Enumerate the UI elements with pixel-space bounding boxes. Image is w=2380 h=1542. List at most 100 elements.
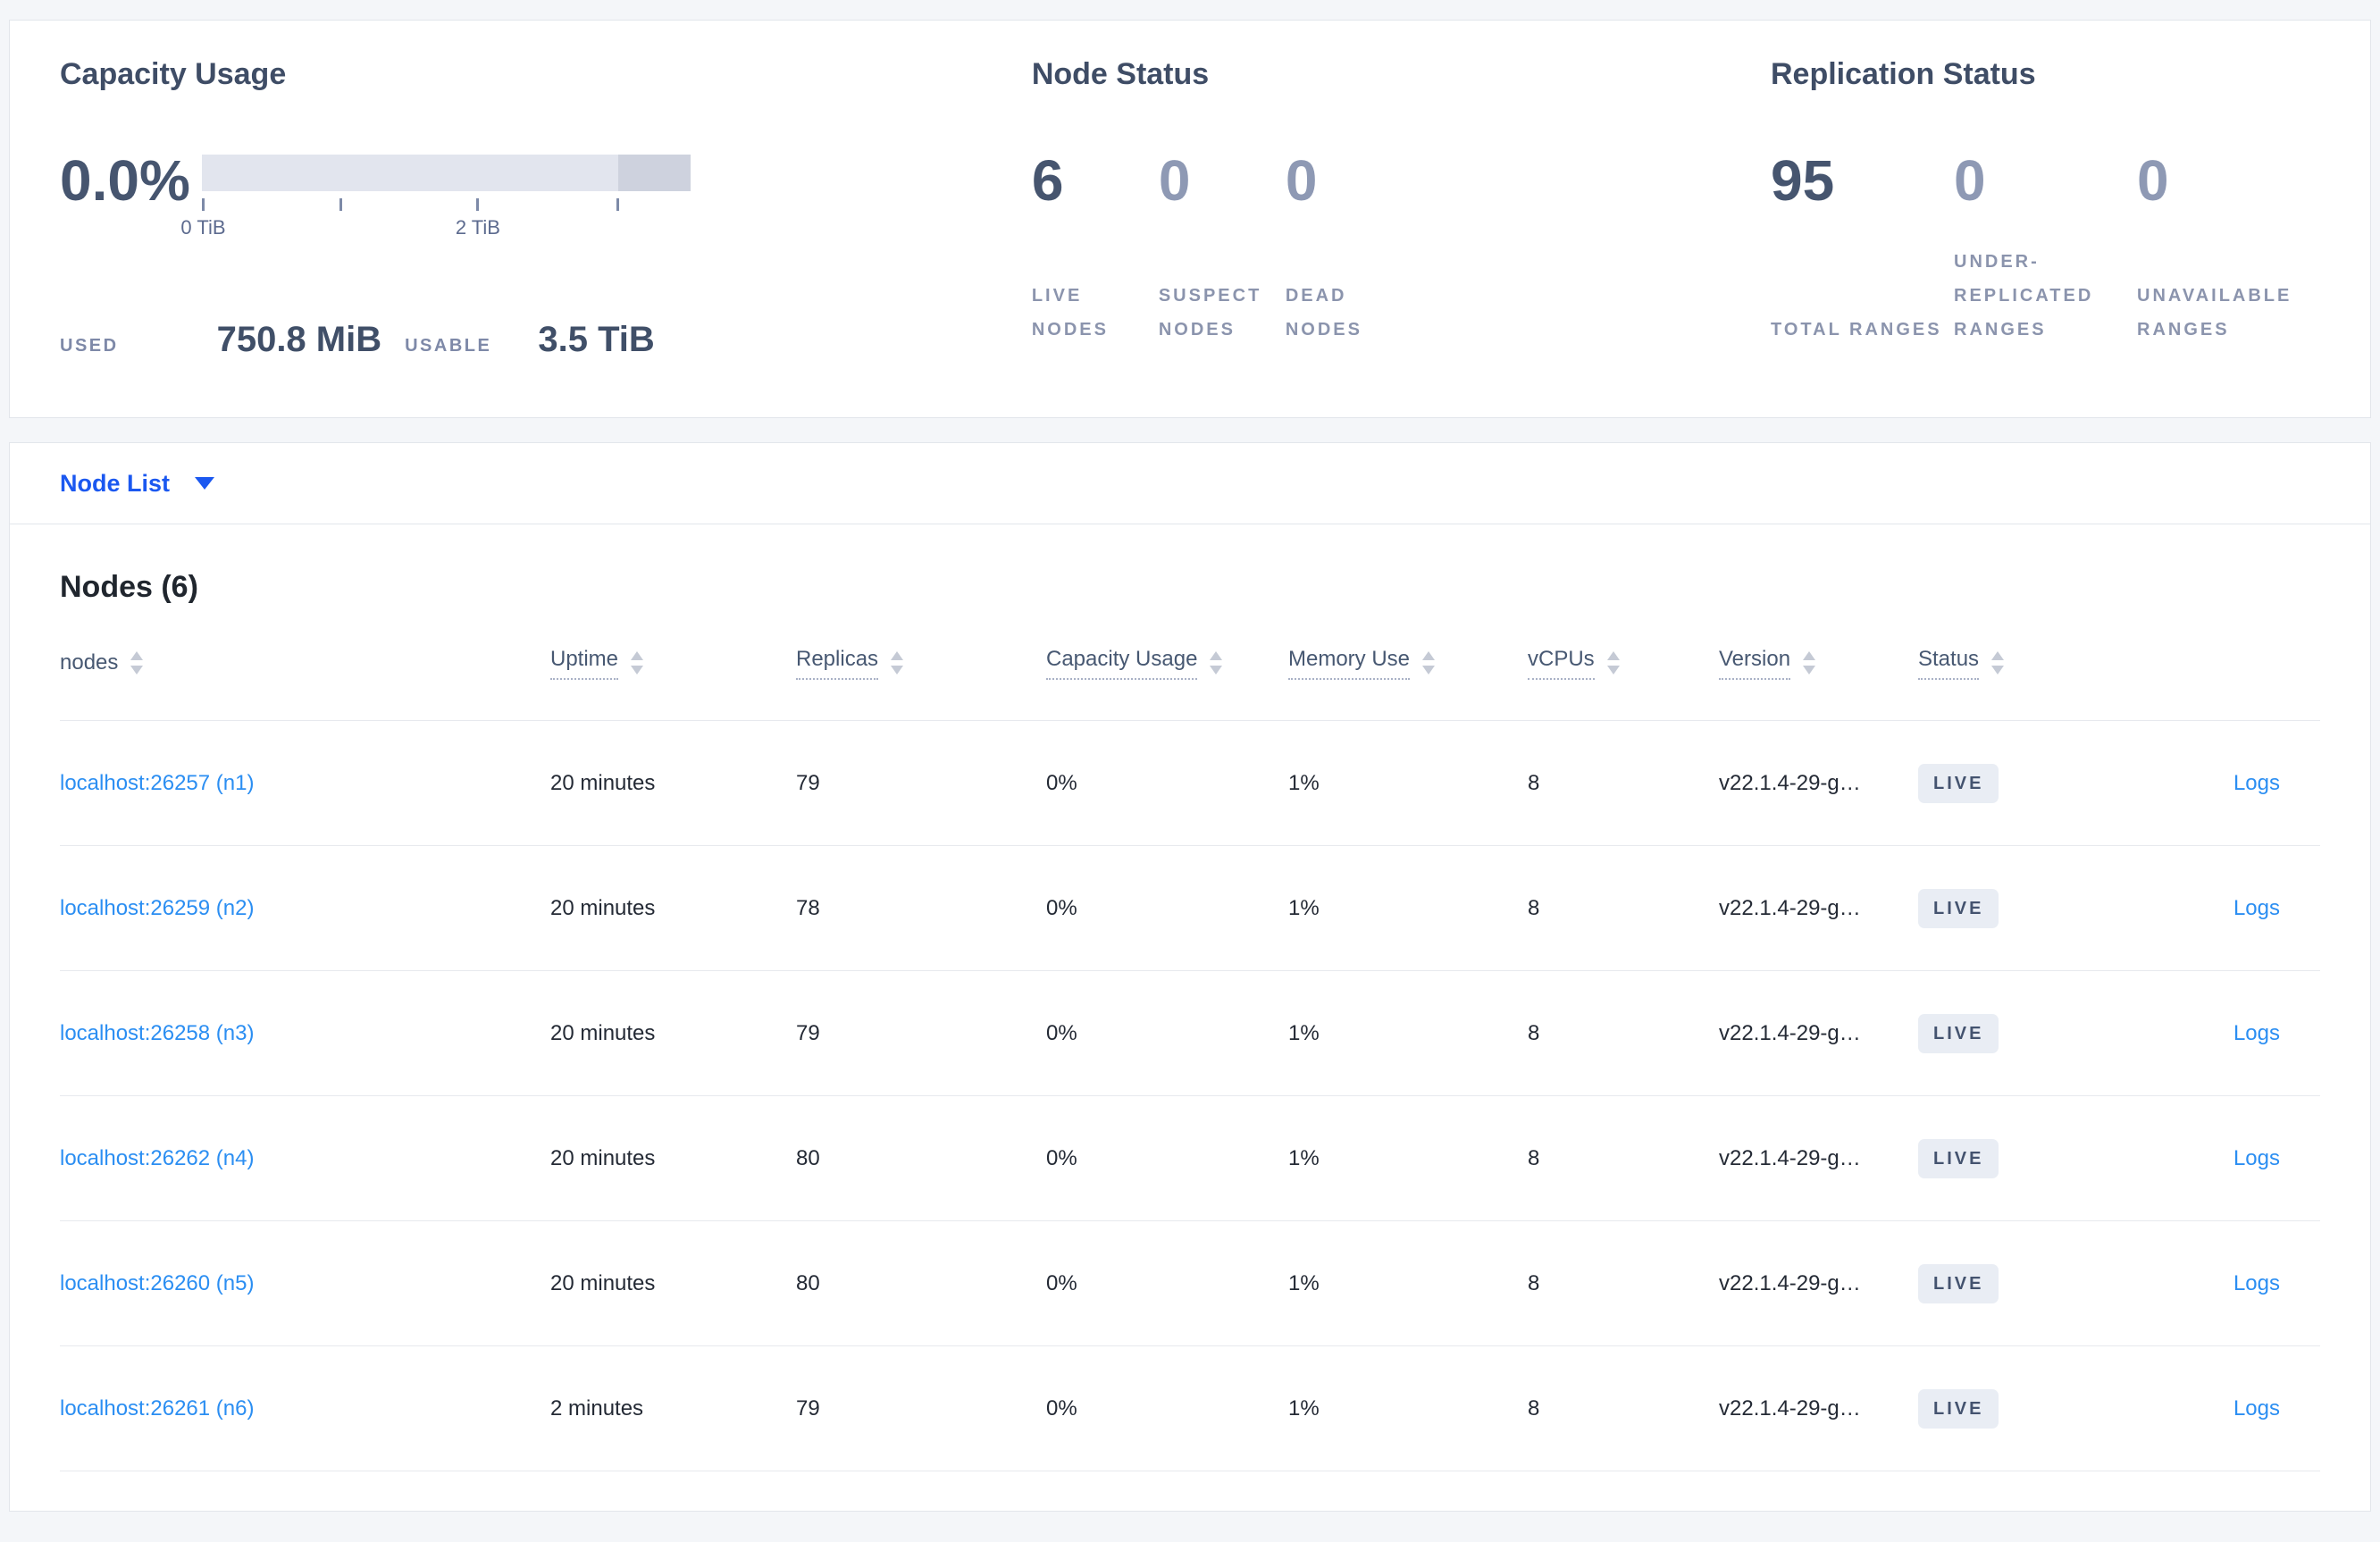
logs-cell: Logs	[2213, 1271, 2320, 1296]
status-cell: LIVE	[1918, 763, 2213, 803]
memory-cell: 1%	[1288, 1270, 1320, 1295]
live-nodes-stat: 6 LIVE NODES	[1032, 152, 1159, 347]
logs-link[interactable]: Logs	[2233, 896, 2280, 920]
vcpus-cell: 8	[1528, 1270, 1540, 1295]
replicas-cell: 79	[796, 1395, 820, 1420]
logs-link[interactable]: Logs	[2233, 1396, 2280, 1420]
node-link[interactable]: localhost:26258 (n3)	[60, 1021, 550, 1046]
node-link[interactable]: localhost:26257 (n1)	[60, 771, 550, 796]
status-cell: LIVE	[1918, 888, 2213, 928]
memory-cell: 1%	[1288, 1145, 1320, 1170]
logs-link[interactable]: Logs	[2233, 771, 2280, 795]
column-header-replicas[interactable]: Replicas	[796, 647, 1046, 680]
sort-icon[interactable]	[1422, 651, 1436, 675]
view-selector-bar: Node List	[9, 442, 2371, 524]
status-badge: LIVE	[1918, 1388, 1999, 1429]
node-link[interactable]: localhost:26261 (n6)	[60, 1396, 550, 1421]
capacity-cell: 0%	[1046, 770, 1077, 795]
column-header-vcpus[interactable]: vCPUs	[1528, 647, 1719, 680]
uptime-cell: 20 minutes	[550, 770, 656, 795]
suspect-nodes-label: SUSPECT NODES	[1158, 286, 1262, 339]
under-replicated-ranges-label: UNDER-REPLICATED RANGES	[1954, 252, 2094, 339]
nodes-table-header: nodes Uptime Replicas Capacity Usage Mem…	[60, 606, 2320, 721]
column-header-status[interactable]: Status	[1918, 647, 2213, 680]
logs-link[interactable]: Logs	[2233, 1271, 2280, 1295]
table-row: localhost:26257 (n1) 20 minutes 79 0% 1%…	[60, 721, 2320, 846]
suspect-nodes-stat: 0 SUSPECT NODES	[1159, 152, 1286, 347]
replicas-cell: 80	[796, 1270, 820, 1295]
node-list-dropdown[interactable]: Node List	[60, 470, 170, 498]
capacity-usable-label: USABLE	[405, 336, 492, 356]
status-cell: LIVE	[1918, 1138, 2213, 1178]
vcpus-cell: 8	[1528, 1145, 1540, 1170]
cluster-summary-card: Capacity Usage 0.0% 0 TiB 2 TiB USED 750…	[9, 20, 2371, 418]
capacity-axis-tick	[339, 198, 343, 211]
vcpus-cell: 8	[1528, 1020, 1540, 1045]
status-badge: LIVE	[1918, 763, 1999, 803]
nodes-section-title: Nodes (6)	[60, 570, 198, 604]
sort-icon[interactable]	[891, 651, 904, 675]
capacity-axis-tick: 2 TiB	[456, 198, 500, 239]
unavailable-ranges-stat: 0 UNAVAILABLE RANGES	[2137, 152, 2320, 347]
status-cell: LIVE	[1918, 1013, 2213, 1053]
vcpus-cell: 8	[1528, 1395, 1540, 1420]
logs-cell: Logs	[2213, 1146, 2320, 1171]
uptime-cell: 20 minutes	[550, 1020, 656, 1045]
vcpus-cell: 8	[1528, 895, 1540, 920]
sort-icon[interactable]	[1210, 651, 1223, 675]
capacity-usage-title: Capacity Usage	[60, 57, 287, 91]
sort-icon[interactable]	[1803, 651, 1816, 675]
sort-icon[interactable]	[631, 651, 644, 675]
capacity-usable-value: 3.5 TiB	[538, 320, 655, 359]
capacity-cell: 0%	[1046, 1395, 1077, 1420]
status-badge: LIVE	[1918, 1263, 1999, 1303]
unavailable-ranges-label: UNAVAILABLE RANGES	[2137, 286, 2292, 339]
uptime-cell: 20 minutes	[550, 895, 656, 920]
nodes-table-card: Nodes (6) nodes Uptime Replicas Capacity…	[9, 524, 2371, 1512]
status-badge: LIVE	[1918, 888, 1999, 928]
node-link[interactable]: localhost:26259 (n2)	[60, 896, 550, 921]
node-link[interactable]: localhost:26260 (n5)	[60, 1271, 550, 1296]
column-header-memory-use[interactable]: Memory Use	[1288, 647, 1528, 680]
logs-cell: Logs	[2213, 1396, 2320, 1421]
node-status-title: Node Status	[1031, 57, 1210, 91]
total-ranges-stat: 95 TOTAL RANGES	[1771, 152, 1954, 347]
replicas-cell: 78	[796, 895, 820, 920]
column-header-uptime[interactable]: Uptime	[550, 647, 796, 680]
version-cell: v22.1.4-29-g…	[1719, 1270, 1861, 1295]
memory-cell: 1%	[1288, 895, 1320, 920]
sort-icon[interactable]	[1991, 651, 2005, 675]
replication-status-title: Replication Status	[1771, 57, 2036, 91]
column-header-capacity-usage[interactable]: Capacity Usage	[1046, 647, 1288, 680]
dead-nodes-value: 0	[1285, 148, 1318, 213]
under-replicated-ranges-stat: 0 UNDER-REPLICATED RANGES	[1954, 152, 2137, 347]
live-nodes-label: LIVE NODES	[1031, 286, 1109, 339]
sort-icon[interactable]	[130, 651, 144, 675]
replicas-cell: 79	[796, 1020, 820, 1045]
suspect-nodes-value: 0	[1158, 148, 1191, 213]
logs-link[interactable]: Logs	[2233, 1021, 2280, 1045]
capacity-used-value: 750.8 MiB	[216, 320, 382, 359]
node-link[interactable]: localhost:26262 (n4)	[60, 1146, 550, 1171]
logs-link[interactable]: Logs	[2233, 1146, 2280, 1170]
version-cell: v22.1.4-29-g…	[1719, 770, 1861, 795]
capacity-bar-reserved-segment	[618, 155, 691, 191]
version-cell: v22.1.4-29-g…	[1719, 1020, 1861, 1045]
capacity-axis-tick	[616, 198, 619, 211]
caret-down-icon[interactable]	[195, 477, 215, 490]
capacity-cell: 0%	[1046, 895, 1077, 920]
node-status-panel: Node Status 6 LIVE NODES 0 SUSPECT NODES…	[1032, 56, 1771, 381]
capacity-axis-tick-label: 2 TiB	[455, 216, 500, 239]
sort-icon[interactable]	[1606, 651, 1620, 675]
column-header-nodes[interactable]: nodes	[60, 650, 550, 675]
replicas-cell: 79	[796, 770, 820, 795]
column-header-version[interactable]: Version	[1719, 647, 1918, 680]
live-nodes-value: 6	[1031, 148, 1064, 213]
dead-nodes-stat: 0 DEAD NODES	[1286, 152, 1412, 347]
uptime-cell: 2 minutes	[550, 1395, 644, 1420]
logs-cell: Logs	[2213, 896, 2320, 921]
table-row: localhost:26259 (n2) 20 minutes 78 0% 1%…	[60, 846, 2320, 971]
capacity-bar-track	[202, 155, 691, 191]
total-ranges-label: TOTAL RANGES	[1771, 320, 1942, 339]
version-cell: v22.1.4-29-g…	[1719, 1395, 1861, 1420]
